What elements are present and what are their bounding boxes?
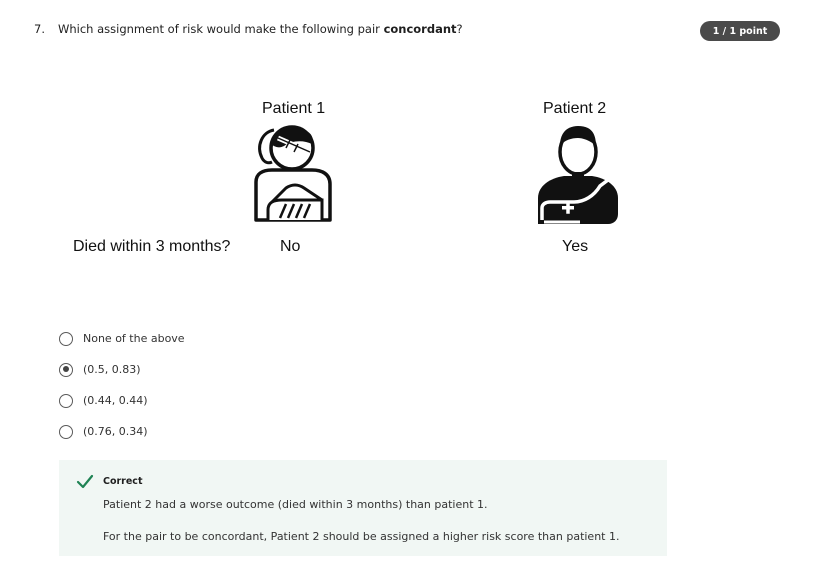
question-text-start: Which assignment of risk would make the … [58, 22, 384, 36]
injured-woman-arm-sling-icon [254, 125, 332, 222]
question-text-end: ? [456, 22, 463, 36]
radio-button-selected[interactable] [59, 362, 73, 377]
injured-man-arm-sling-icon [538, 126, 618, 224]
option-label: (0.76, 0.34) [83, 425, 148, 438]
option-0-44-0-44[interactable]: (0.44, 0.44) [59, 385, 185, 416]
died-within-3-months-label: Died within 3 months? [73, 238, 231, 255]
points-badge: 1 / 1 point [700, 21, 780, 41]
answer-options: None of the above (0.5, 0.83) (0.44, 0.4… [59, 323, 185, 447]
patient1-outcome: No [280, 238, 301, 255]
question-text-bold: concordant [383, 22, 457, 36]
option-label: (0.44, 0.44) [83, 394, 148, 407]
question-text: Which assignment of risk would make the … [58, 22, 463, 36]
feedback-status: Correct [103, 476, 143, 487]
option-label: (0.5, 0.83) [83, 363, 141, 376]
option-0-76-0-34[interactable]: (0.76, 0.34) [59, 416, 185, 447]
option-label: None of the above [83, 332, 185, 345]
question-number: 7. [34, 22, 45, 36]
option-0-5-0-83[interactable]: (0.5, 0.83) [59, 354, 185, 385]
checkmark-icon [76, 474, 94, 489]
patient1-label: Patient 1 [262, 100, 326, 117]
radio-button[interactable] [59, 424, 73, 439]
patient2-outcome: Yes [562, 238, 589, 255]
patient2-label: Patient 2 [543, 100, 607, 117]
option-none-of-the-above[interactable]: None of the above [59, 323, 185, 354]
feedback-line-2: For the pair to be concordant, Patient 2… [103, 530, 620, 543]
feedback-line-1: Patient 2 had a worse outcome (died with… [103, 498, 488, 511]
feedback-panel: Correct Patient 2 had a worse outcome (d… [59, 460, 667, 556]
radio-button[interactable] [59, 331, 73, 346]
radio-button[interactable] [59, 393, 73, 408]
